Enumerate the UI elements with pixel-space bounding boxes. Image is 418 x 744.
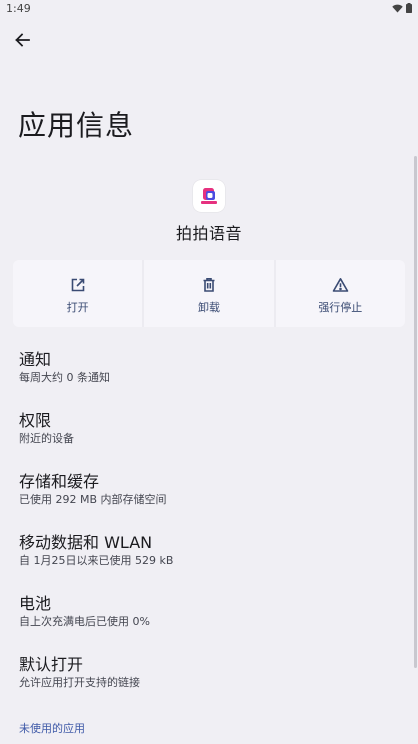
pref-summary: 已使用 292 MB 内部存储空间 (19, 493, 167, 506)
pref-data-usage[interactable]: 移动数据和 WLAN 自 1月25日以来已使用 529 kB (0, 519, 410, 580)
status-bar: 1:49 (0, 0, 418, 20)
app-info-screen: 1:49 应用信息 拍拍语音 打开 卸载 强行停止 通知 每周大约 0 条通知 … (0, 0, 418, 744)
pref-summary: 允许应用打开支持的链接 (19, 676, 140, 689)
pref-summary: 每周大约 0 条通知 (19, 371, 110, 384)
wifi-icon (392, 4, 403, 13)
back-arrow-icon (15, 33, 30, 47)
pref-title: 权限 (19, 411, 52, 430)
force-stop-label: 强行停止 (318, 301, 363, 314)
pref-title: 移动数据和 WLAN (19, 533, 153, 552)
pref-summary: 自 1月25日以来已使用 529 kB (19, 554, 174, 567)
pref-battery[interactable]: 电池 自上次充满电后已使用 0% (0, 580, 410, 641)
pref-storage[interactable]: 存储和缓存 已使用 292 MB 内部存储空间 (0, 458, 410, 519)
scrollbar[interactable] (414, 156, 417, 668)
status-time: 1:49 (6, 2, 31, 15)
pref-title: 存储和缓存 (19, 472, 100, 491)
warning-icon (330, 275, 350, 295)
pref-title: 默认打开 (19, 655, 84, 674)
app-icon (193, 180, 225, 212)
force-stop-button[interactable]: 强行停止 (273, 260, 405, 327)
pref-permissions[interactable]: 权限 附近的设备 (0, 397, 410, 458)
page-title: 应用信息 (18, 109, 135, 142)
uninstall-label: 卸载 (197, 301, 220, 314)
status-icons (392, 3, 412, 13)
battery-icon (406, 3, 412, 13)
open-label: 打开 (66, 301, 89, 314)
section-header-unused-apps: 未使用的应用 (19, 722, 85, 735)
pref-notifications[interactable]: 通知 每周大约 0 条通知 (0, 336, 410, 397)
app-name: 拍拍语音 (175, 224, 242, 243)
trash-icon (199, 275, 219, 295)
back-button[interactable] (11, 29, 33, 51)
open-external-icon (68, 275, 88, 295)
pref-title: 电池 (19, 594, 52, 613)
pref-open-by-default[interactable]: 默认打开 允许应用打开支持的链接 (0, 641, 410, 702)
pref-summary: 自上次充满电后已使用 0% (19, 615, 150, 628)
uninstall-button[interactable]: 卸载 (142, 260, 273, 327)
open-button[interactable]: 打开 (13, 260, 142, 327)
preference-list: 通知 每周大约 0 条通知 权限 附近的设备 存储和缓存 已使用 292 MB … (0, 336, 410, 702)
pref-summary: 附近的设备 (19, 432, 74, 445)
action-bar: 打开 卸载 强行停止 (13, 260, 405, 327)
pref-title: 通知 (19, 350, 52, 369)
